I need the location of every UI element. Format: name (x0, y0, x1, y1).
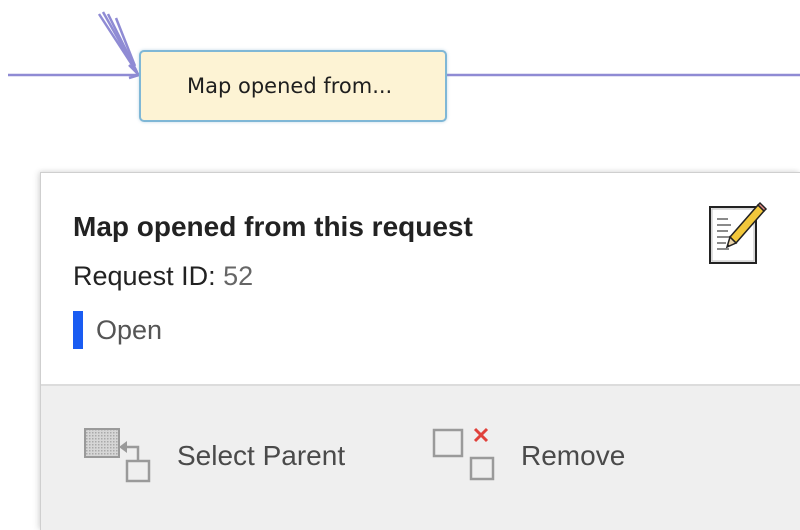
popup-title: Map opened from this request (73, 211, 473, 242)
select-parent-label: Select Parent (177, 440, 346, 471)
request-id-value: 52 (223, 261, 254, 291)
map-node-label: Map opened from... (187, 74, 393, 98)
edit-notepad-icon[interactable] (706, 201, 768, 267)
request-id-line: Request ID: 52 (73, 261, 253, 292)
node-details-popup: Map opened from this request Request ID:… (40, 172, 800, 530)
popup-actions: Select Parent Remove (41, 386, 800, 530)
status-text: Open (96, 314, 163, 345)
select-parent-button[interactable]: Select Parent (83, 426, 345, 486)
remove-node-icon (432, 427, 495, 481)
request-id-label: Request ID: (73, 261, 216, 291)
map-node[interactable]: Map opened from... (139, 50, 447, 122)
status-indicator: Open (73, 311, 162, 349)
select-parent-icon (84, 428, 151, 483)
connector-diagonal (106, 13, 138, 71)
map-canvas[interactable]: Map opened from... Map opened from this … (0, 0, 800, 530)
popup-body: Map opened from this request Request ID:… (41, 173, 800, 384)
status-color-bar (73, 311, 83, 349)
remove-label: Remove (521, 440, 626, 471)
remove-button[interactable]: Remove (431, 426, 625, 486)
